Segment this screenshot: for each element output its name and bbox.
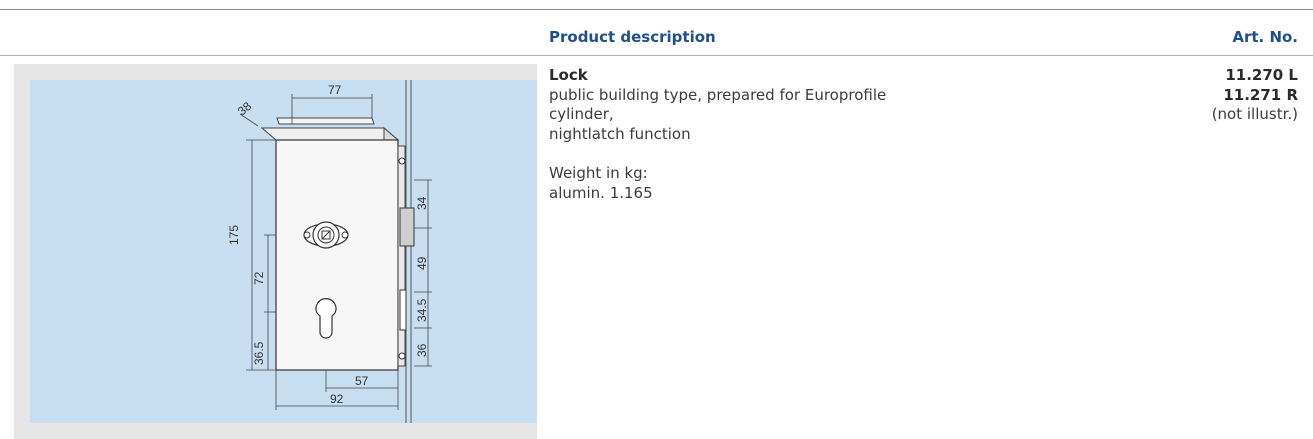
dim-right-1: 34 bbox=[415, 196, 429, 210]
column-header-product-description: Product description bbox=[549, 28, 716, 46]
product-name: Lock bbox=[549, 66, 588, 84]
header-rule bbox=[0, 55, 1313, 56]
dim-bottom-total: 92 bbox=[330, 392, 344, 406]
article-numbers: 11.270 L 11.271 R (not illustr.) bbox=[1212, 66, 1298, 125]
weight-value: alumin. 1.165 bbox=[549, 183, 653, 202]
dim-depth: 38 bbox=[235, 99, 254, 119]
art-number-right: 11.271 R bbox=[1223, 85, 1298, 104]
dim-mid: 72 bbox=[252, 271, 266, 285]
product-description: Lock public building type, prepared for … bbox=[549, 66, 1019, 203]
dim-width-top: 77 bbox=[328, 83, 342, 97]
dim-right-3: 34.5 bbox=[415, 298, 429, 322]
product-image-panel: 77 38 175 72 36.5 34 49 34.5 36 57 92 bbox=[14, 64, 537, 439]
description-line: cylinder, bbox=[549, 105, 614, 123]
top-rule bbox=[0, 9, 1313, 10]
art-note: (not illustr.) bbox=[1211, 105, 1298, 123]
dim-low: 36.5 bbox=[252, 341, 266, 365]
lock-technical-drawing: 77 38 175 72 36.5 34 49 34.5 36 57 92 bbox=[227, 80, 432, 423]
weight-label: Weight in kg: bbox=[549, 164, 648, 182]
dim-bottom-inner: 57 bbox=[355, 374, 369, 388]
column-header-art-no: Art. No. bbox=[1232, 28, 1298, 46]
dim-right-4: 36 bbox=[415, 343, 429, 357]
art-number-left: 11.270 L bbox=[1225, 66, 1298, 84]
dim-height: 175 bbox=[227, 225, 241, 245]
dim-right-2: 49 bbox=[415, 256, 429, 270]
product-drawing: 77 38 175 72 36.5 34 49 34.5 36 57 92 bbox=[30, 80, 537, 423]
description-line: nightlatch function bbox=[549, 124, 691, 143]
description-line: public building type, prepared for Europ… bbox=[549, 85, 887, 104]
